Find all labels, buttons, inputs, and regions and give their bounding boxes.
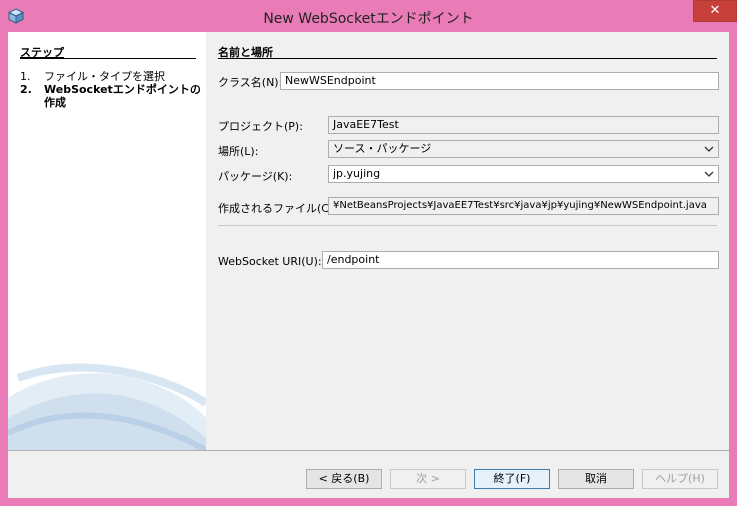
window-title: New WebSocketエンドポイント bbox=[263, 11, 474, 27]
next-button[interactable]: 次 > bbox=[390, 469, 466, 489]
created-file-field: ¥NetBeansProjects¥JavaEE7Test¥src¥java¥j… bbox=[328, 197, 719, 215]
chevron-down-icon[interactable] bbox=[703, 167, 715, 181]
form-panel: 名前と場所 クラス名(N): NewWSEndpoint プロジェクト(P): … bbox=[206, 32, 729, 450]
help-button[interactable]: ヘルプ(H) bbox=[642, 469, 718, 489]
uri-input[interactable]: /endpoint bbox=[322, 251, 719, 269]
cancel-button[interactable]: 取消 bbox=[558, 469, 634, 489]
project-field: JavaEE7Test bbox=[328, 116, 719, 134]
dialog-client: ステップ 1. ファイル・タイプを選択 2. WebSocketエンドポイントの… bbox=[8, 32, 729, 498]
decorative-swoosh bbox=[8, 363, 206, 450]
step-number: 2. bbox=[20, 83, 32, 96]
dialog-window: New WebSocketエンドポイント ✕ ステップ 1. ファイル・タイプを… bbox=[0, 0, 737, 506]
package-label: パッケージ(K): bbox=[218, 170, 293, 183]
steps-divider bbox=[20, 58, 196, 59]
close-button[interactable]: ✕ bbox=[693, 0, 737, 22]
class-name-input[interactable]: NewWSEndpoint bbox=[280, 72, 719, 90]
package-combo[interactable]: jp.yujing bbox=[328, 165, 719, 183]
section-divider bbox=[218, 58, 717, 59]
location-select[interactable]: ソース・パッケージ bbox=[328, 140, 719, 158]
title-bar[interactable]: New WebSocketエンドポイント ✕ bbox=[0, 0, 737, 32]
location-label: 場所(L): bbox=[218, 145, 259, 158]
finish-button[interactable]: 終了(F) bbox=[474, 469, 550, 489]
button-bar-divider bbox=[8, 450, 729, 451]
location-value: ソース・パッケージ bbox=[333, 142, 432, 155]
uri-label: WebSocket URI(U): bbox=[218, 255, 322, 268]
class-name-label: クラス名(N): bbox=[218, 76, 283, 89]
form-separator bbox=[218, 225, 717, 226]
project-label: プロジェクト(P): bbox=[218, 120, 303, 133]
step-label: WebSocketエンドポイントの作成 bbox=[44, 83, 201, 109]
step-label: ファイル・タイプを選択 bbox=[44, 70, 165, 83]
chevron-down-icon[interactable] bbox=[703, 142, 715, 156]
created-file-label: 作成されるファイル(C): bbox=[218, 202, 337, 215]
package-value: jp.yujing bbox=[333, 167, 381, 180]
back-button[interactable]: < 戻る(B) bbox=[306, 469, 382, 489]
step-number: 1. bbox=[20, 70, 31, 83]
steps-panel: ステップ 1. ファイル・タイプを選択 2. WebSocketエンドポイントの… bbox=[8, 32, 206, 450]
